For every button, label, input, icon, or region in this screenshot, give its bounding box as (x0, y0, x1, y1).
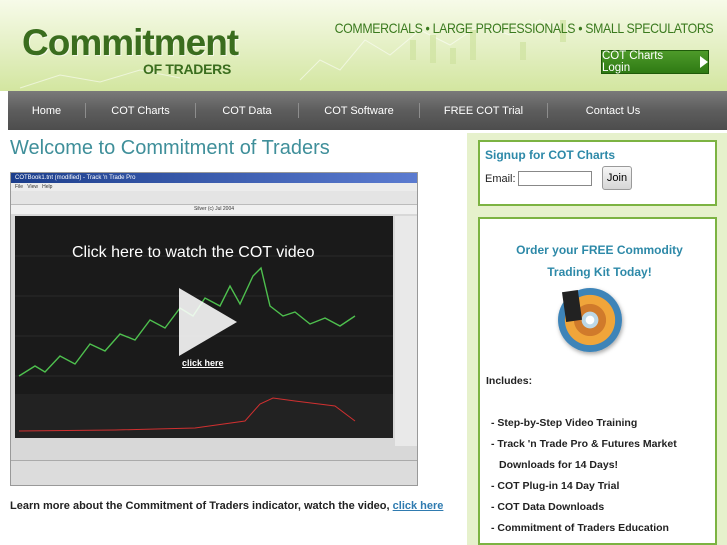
order-kit-title[interactable]: Order your FREE Commodity Trading Kit To… (480, 239, 719, 283)
play-icon[interactable] (179, 288, 237, 356)
learn-more-text: Learn more about the Commitment of Trade… (10, 500, 443, 512)
nav-item-free-cot-trial[interactable]: FREE COT Trial (420, 105, 547, 117)
video-menubar: File View Help (11, 183, 417, 191)
nav-item-cot-charts[interactable]: COT Charts (86, 105, 195, 117)
signup-title: Signup for COT Charts (485, 148, 615, 162)
includes-item: - Step-by-Step Video Training (491, 417, 638, 429)
video-click-here-link[interactable]: click here (182, 358, 224, 368)
nav-item-cot-data[interactable]: COT Data (196, 105, 298, 117)
video-chart-title: Silver (c) Jul 2004 (11, 205, 417, 214)
join-button[interactable]: Join (602, 166, 632, 190)
site-header: Commitment OF TRADERS COMMERCIALS • LARG… (0, 0, 727, 91)
email-field[interactable] (518, 171, 592, 186)
signup-box: Signup for COT Charts Email: Join (478, 140, 717, 206)
login-button-label: COT Charts Login (602, 50, 664, 74)
includes-item: - COT Data Downloads (491, 501, 605, 513)
nav-item-home[interactable]: Home (8, 105, 85, 117)
video-status-bar (11, 460, 417, 485)
nav-item-cot-software[interactable]: COT Software (299, 105, 419, 117)
video-toolbar (11, 191, 417, 205)
learn-more-click-here-link[interactable]: click here (393, 500, 444, 512)
order-kit-title-line2: Trading Kit Today! (547, 265, 652, 279)
nav-item-contact-us[interactable]: Contact Us (548, 105, 678, 117)
cot-charts-login-button[interactable]: COT Charts Login (601, 50, 709, 74)
page-title: Welcome to Commitment of Traders (10, 137, 330, 159)
video-window-titlebar: COTBook1.tnt (modified) - Track 'n Trade… (11, 173, 417, 183)
order-kit-box: Order your FREE Commodity Trading Kit To… (478, 217, 717, 545)
video-right-toolbar (395, 216, 417, 446)
header-tagline: COMMERCIALS • LARGE PROFESSIONALS • SMAL… (334, 20, 713, 36)
includes-item: - Track 'n Trade Pro & Futures Market (491, 438, 677, 450)
logo-of-traders: OF TRADERS (143, 61, 232, 77)
email-label: Email: (485, 173, 516, 185)
includes-label: Includes: (486, 375, 533, 387)
includes-item: - Commitment of Traders Education (491, 522, 669, 534)
learn-more-label: Learn more about the Commitment of Trade… (10, 500, 390, 512)
video-caption[interactable]: Click here to watch the COT video (72, 244, 314, 262)
logo-commitment[interactable]: Commitment (22, 22, 239, 64)
includes-item: - COT Plug-in 14 Day Trial (491, 480, 620, 492)
includes-item: Downloads for 14 Days! (499, 459, 619, 471)
order-kit-title-line1: Order your FREE Commodity (516, 243, 683, 257)
play-arrow-icon (700, 56, 708, 68)
main-nav: Home COT Charts COT Data COT Software FR… (8, 91, 727, 130)
